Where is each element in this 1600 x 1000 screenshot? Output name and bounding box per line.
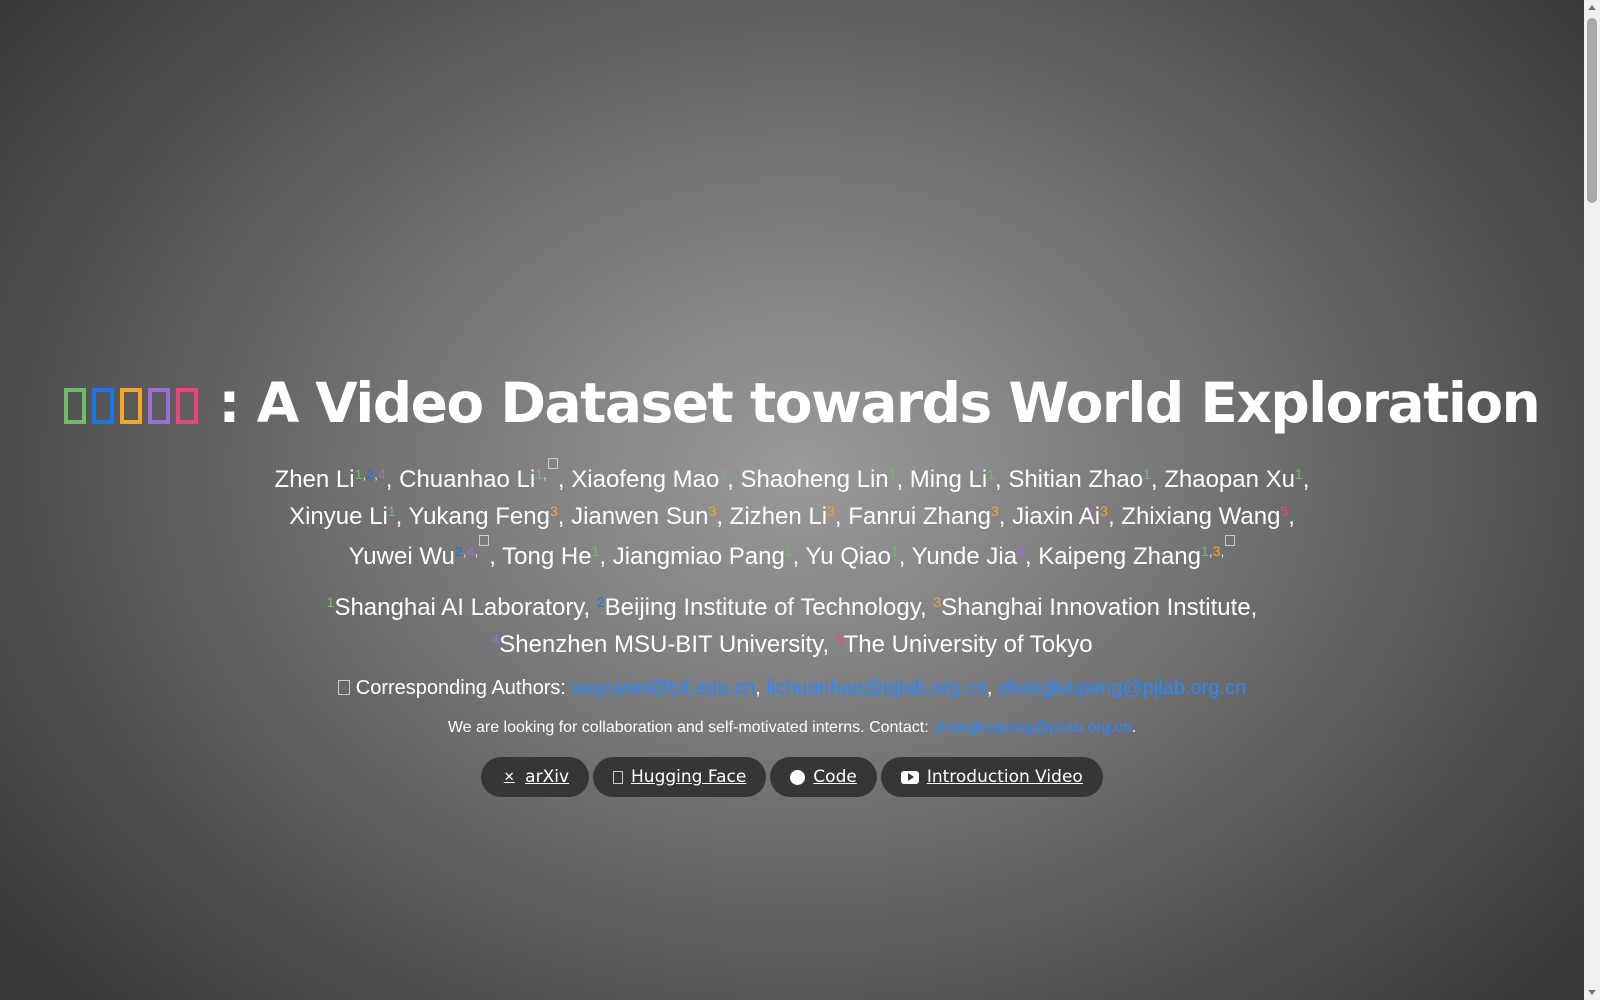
collaboration-text: We are looking for collaboration and sel… xyxy=(447,719,934,736)
author-name: Zhaopan Xu1, xyxy=(1164,466,1310,493)
author-affiliation-marks: 1 xyxy=(387,503,396,519)
author-name: Zhixiang Wang5, xyxy=(1121,503,1295,530)
author-name: Tong He1, xyxy=(502,543,613,570)
collaboration-note: We are looking for collaboration and sel… xyxy=(0,716,1584,740)
affiliation-number: 2 xyxy=(596,594,605,610)
author-name: Jiangmiao Pang1, xyxy=(612,543,806,570)
affiliation-number: 1 xyxy=(326,594,335,610)
hugging-face-button[interactable]: Hugging Face xyxy=(593,757,767,797)
affiliation-item: 4Shenzhen MSU-BIT University, xyxy=(491,631,836,658)
corresponding-mark-icon xyxy=(479,535,490,546)
hugging-face-icon xyxy=(613,770,624,784)
author-affiliation-marks: 3 xyxy=(990,503,999,519)
author-affiliation-marks: 5 xyxy=(1280,503,1289,519)
author-affiliation-marks: 3 xyxy=(827,503,835,519)
scroll-up-arrow-icon[interactable] xyxy=(1588,5,1596,10)
affiliation-number: 5 xyxy=(835,631,844,647)
title-glyph-icon xyxy=(147,388,170,424)
author-affiliation-marks: 3 xyxy=(1100,503,1108,519)
title-text: : A Video Dataset towards World Explorat… xyxy=(218,371,1540,435)
author-name: Xinyue Li1, xyxy=(289,503,409,530)
author-name: Yunde Jia4, xyxy=(911,543,1039,570)
link-buttons: ✕ arXiv Hugging Face Code Introduction V… xyxy=(0,757,1584,797)
author-affiliation-marks: 1 xyxy=(1295,466,1303,482)
author-name: Jiaxin Ai3, xyxy=(1012,503,1122,530)
corresponding-mark-icon xyxy=(1225,535,1236,546)
title-glyph-icon xyxy=(175,388,198,424)
introduction-video-button-label: Introduction Video xyxy=(926,767,1083,787)
scroll-down-arrow-icon[interactable] xyxy=(1588,990,1596,995)
affiliation-number: 3 xyxy=(933,594,942,610)
corresponding-authors: Corresponding Authors: wuyuwei@bit.edu.c… xyxy=(0,674,1584,702)
author-affiliation-marks: 1 xyxy=(719,466,728,482)
author-name: Shaoheng Lin1, xyxy=(740,466,910,493)
corresponding-label: Corresponding Authors: xyxy=(355,677,566,699)
affiliation-item: 3Shanghai Innovation Institute, xyxy=(933,594,1258,621)
author-name: Yuwei Wu2,4,, xyxy=(349,535,503,570)
author-name: Jianwen Sun3, xyxy=(571,503,730,530)
affiliation-list: 1Shanghai AI Laboratory, 2Beijing Instit… xyxy=(0,589,1584,663)
corresponding-mark-icon xyxy=(547,458,558,469)
author-affiliation-marks: 2,4, xyxy=(455,535,490,559)
vertical-scrollbar[interactable] xyxy=(1584,0,1600,1000)
author-affiliation-marks: 1 xyxy=(1143,466,1151,482)
corresponding-mark-icon xyxy=(337,680,350,695)
author-name: Fanrui Zhang3, xyxy=(848,503,1013,530)
scrollbar-thumb[interactable] xyxy=(1587,18,1597,203)
title-logo-glyphs xyxy=(61,371,201,435)
author-affiliation-marks: 1 xyxy=(888,466,897,482)
author-affiliation-marks: 1 xyxy=(890,543,899,559)
author-affiliation-marks: 1 xyxy=(591,543,600,559)
author-affiliation-marks: 3 xyxy=(549,503,558,519)
author-name: Ming Li1, xyxy=(909,466,1009,493)
youtube-icon xyxy=(900,770,919,784)
arxiv-icon: ✕ xyxy=(503,769,515,785)
author-name: Shitian Zhao1, xyxy=(1008,466,1165,493)
author-affiliation-marks: 4 xyxy=(1017,543,1025,559)
arxiv-button[interactable]: ✕ arXiv xyxy=(481,757,590,797)
author-name: Zhen Li1,2,4, xyxy=(274,466,400,493)
contact-email-link[interactable]: zhangkaipeng@pjlab.org.cn xyxy=(933,719,1132,736)
author-affiliation-marks: 1 xyxy=(987,466,995,482)
email-link-lichuanhao[interactable]: lichuanhao@pjlab.org.cn xyxy=(766,677,986,699)
affiliation-item: 2Beijing Institute of Technology, xyxy=(596,594,934,621)
affiliation-item: 1Shanghai AI Laboratory, xyxy=(326,594,597,621)
title-glyph-icon xyxy=(119,388,142,424)
author-name: Kaipeng Zhang1,3, xyxy=(1038,535,1236,570)
author-affiliation-marks: 3 xyxy=(708,503,717,519)
author-name: Xiaofeng Mao1, xyxy=(571,466,741,493)
code-button[interactable]: Code xyxy=(770,757,877,797)
title-glyph-icon xyxy=(91,388,114,424)
title-glyph-icon xyxy=(63,388,86,424)
github-icon xyxy=(790,769,806,785)
email-link-wuyuwei[interactable]: wuyuwei@bit.edu.cn xyxy=(572,677,756,699)
affiliation-number: 4 xyxy=(491,631,500,647)
code-button-label: Code xyxy=(813,767,857,787)
author-name: Yu Qiao1, xyxy=(805,543,912,570)
author-name: Chuanhao Li1,, xyxy=(399,458,571,493)
arxiv-button-label: arXiv xyxy=(525,767,570,787)
introduction-video-button[interactable]: Introduction Video xyxy=(880,757,1103,797)
author-affiliation-marks: 1,3, xyxy=(1201,535,1236,559)
hugging-face-button-label: Hugging Face xyxy=(631,767,747,787)
collaboration-suffix: . xyxy=(1131,719,1137,736)
author-affiliation-marks: 1 xyxy=(784,543,793,559)
email-link-zhangkaipeng[interactable]: zhangkaipeng@pjlab.org.cn xyxy=(998,677,1246,699)
author-affiliation-marks: 1, xyxy=(535,458,558,482)
project-page: : A Video Dataset towards World Explorat… xyxy=(0,0,1584,1000)
author-name: Yukang Feng3, xyxy=(408,503,572,530)
page-title: : A Video Dataset towards World Explorat… xyxy=(0,368,1600,438)
author-name: Zizhen Li3, xyxy=(729,503,849,530)
affiliation-item: 5The University of Tokyo xyxy=(835,631,1093,658)
author-list: Zhen Li1,2,4, Chuanhao Li1,, Xiaofeng Ma… xyxy=(0,458,1584,575)
author-affiliation-marks: 1,2,4 xyxy=(354,466,386,482)
